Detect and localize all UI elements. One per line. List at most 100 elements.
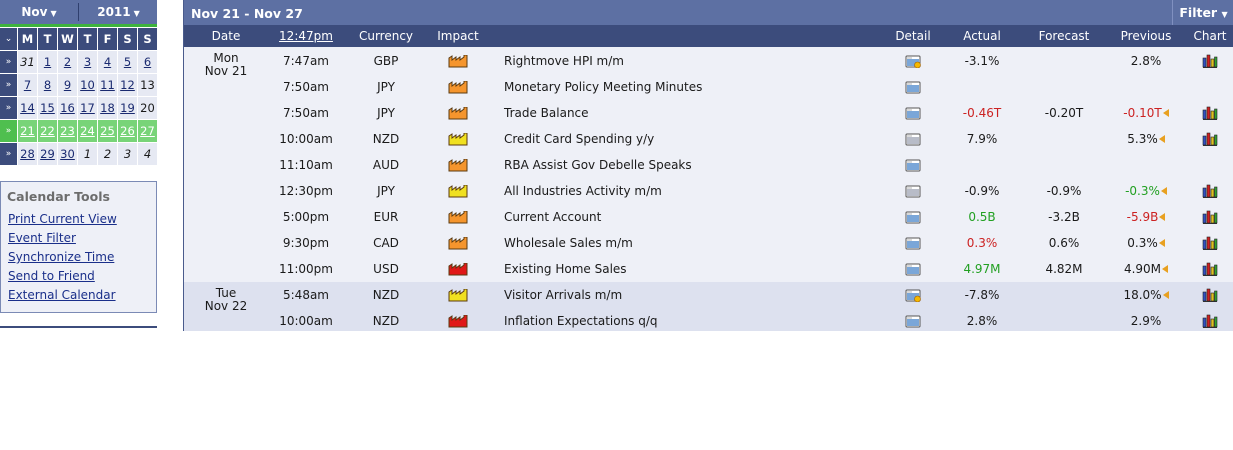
calendar-day[interactable]: 9 — [58, 74, 77, 96]
chart-icon[interactable] — [1202, 106, 1218, 120]
calendar-day[interactable]: 23 — [58, 120, 77, 142]
detail-icon[interactable] — [905, 210, 921, 224]
calendar-day[interactable]: 30 — [58, 143, 77, 165]
calendar-day[interactable]: 16 — [58, 97, 77, 119]
detail-icon[interactable] — [905, 262, 921, 276]
calendar-day[interactable]: 7 — [18, 74, 37, 96]
calendar-day[interactable]: 10 — [78, 74, 97, 96]
week-select-icon[interactable]: » — [0, 120, 17, 142]
previous-cell — [1106, 152, 1186, 178]
detail-gray-icon[interactable] — [905, 184, 921, 198]
chart-icon[interactable] — [1202, 132, 1218, 146]
chart-icon[interactable] — [1202, 314, 1218, 328]
left-column-divider — [0, 326, 157, 333]
previous-value: 0.3% — [1127, 236, 1158, 250]
week-select-icon[interactable]: » — [0, 74, 17, 96]
calendar-day[interactable]: 18 — [98, 97, 117, 119]
calendar-day[interactable]: 11 — [98, 74, 117, 96]
calendar-day[interactable]: 19 — [118, 97, 137, 119]
calendar-day[interactable]: 4 — [98, 51, 117, 73]
calendar-day[interactable]: 6 — [138, 51, 157, 73]
calendar-day[interactable]: 5 — [118, 51, 137, 73]
detail-star-icon[interactable] — [905, 54, 921, 68]
forecast-value — [1022, 126, 1106, 152]
detail-star-icon[interactable] — [905, 288, 921, 302]
calendar-day[interactable]: 22 — [38, 120, 57, 142]
forecast-value — [1022, 152, 1106, 178]
header-time[interactable]: 12:47pm — [268, 25, 344, 47]
detail-icon[interactable] — [905, 106, 921, 120]
calendar-day[interactable]: 15 — [38, 97, 57, 119]
week-select-icon[interactable]: » — [0, 97, 17, 119]
event-title: Inflation Expectations q/q — [504, 314, 658, 328]
detail-gray-icon[interactable] — [905, 132, 921, 146]
forecast-value: -3.2B — [1048, 210, 1080, 224]
chevron-down-icon: ▼ — [50, 9, 57, 18]
week-select-icon[interactable]: » — [0, 51, 17, 73]
revised-marker-icon[interactable] — [1160, 187, 1167, 195]
detail-icon[interactable] — [905, 314, 921, 328]
chart-icon[interactable] — [1202, 210, 1218, 224]
calendar-day[interactable]: 27 — [138, 120, 157, 142]
calendar-day[interactable]: 20 — [138, 97, 157, 119]
header-detail: Detail — [895, 29, 931, 43]
revised-marker-icon[interactable] — [1158, 135, 1165, 143]
calendar-day: 2 — [98, 143, 117, 165]
impact-factory-icon — [448, 159, 468, 172]
detail-icon[interactable] — [905, 80, 921, 94]
send-to-friend-link[interactable]: Send to Friend — [1, 267, 156, 286]
calendar-day[interactable]: 12 — [118, 74, 137, 96]
chevron-down-icon: ▼ — [1221, 10, 1228, 19]
revised-marker-icon[interactable] — [1162, 265, 1169, 273]
event-currency: USD — [373, 262, 399, 276]
calendar-day[interactable]: 28 — [18, 143, 37, 165]
calendar-day[interactable]: 8 — [38, 74, 57, 96]
revised-marker-icon[interactable] — [1159, 213, 1166, 221]
chart-icon[interactable] — [1202, 184, 1218, 198]
calendar-day[interactable]: 1 — [38, 51, 57, 73]
calendar-day[interactable]: 24 — [78, 120, 97, 142]
calendar-day[interactable]: 13 — [138, 74, 157, 96]
chart-icon[interactable] — [1202, 288, 1218, 302]
event-time: 10:00am — [279, 132, 333, 146]
detail-icon[interactable] — [905, 158, 921, 172]
event-title: Existing Home Sales — [504, 262, 627, 276]
previous-cell — [1106, 74, 1186, 100]
week-select-icon[interactable]: » — [0, 143, 17, 165]
revised-marker-icon[interactable] — [1162, 109, 1169, 117]
chart-icon[interactable] — [1202, 54, 1218, 68]
forecast-value — [1022, 48, 1106, 74]
impact-factory-icon — [448, 81, 468, 94]
print-current-view-link[interactable]: Print Current View — [1, 210, 156, 229]
synchronize-time-link[interactable]: Synchronize Time — [1, 248, 156, 267]
actual-value: 0.5B — [968, 210, 996, 224]
year-select[interactable]: 2011 ▼ — [80, 3, 157, 21]
previous-cell: 2.8% — [1106, 48, 1186, 74]
chart-icon[interactable] — [1202, 236, 1218, 250]
collapse-icon[interactable]: ⌄ — [0, 28, 17, 50]
event-filter-link[interactable]: Event Filter — [1, 229, 156, 248]
impact-factory-icon — [448, 185, 468, 198]
revised-marker-icon[interactable] — [1162, 291, 1169, 299]
revised-marker-icon[interactable] — [1158, 239, 1165, 247]
previous-cell: 2.9% — [1106, 308, 1186, 331]
impact-factory-icon — [448, 263, 468, 276]
calendar-day[interactable]: 25 — [98, 120, 117, 142]
table-row: 11:10am AUD RBA Assist Gov Debelle Speaks — [184, 152, 1233, 178]
calendar-day[interactable]: 14 — [18, 97, 37, 119]
calendar-day[interactable]: 3 — [78, 51, 97, 73]
external-calendar-link[interactable]: External Calendar — [1, 286, 156, 305]
calendar-day[interactable]: 17 — [78, 97, 97, 119]
calendar-day[interactable]: 21 — [18, 120, 37, 142]
event-currency: NZD — [372, 314, 400, 328]
filter-button[interactable]: Filter ▼ — [1172, 0, 1233, 25]
chart-icon[interactable] — [1202, 262, 1218, 276]
event-time: 7:47am — [283, 54, 329, 68]
event-currency: JPY — [377, 106, 395, 120]
detail-icon[interactable] — [905, 236, 921, 250]
calendar-day[interactable]: 2 — [58, 51, 77, 73]
impact-factory-icon — [448, 315, 468, 328]
month-select[interactable]: Nov ▼ — [0, 3, 79, 21]
calendar-day[interactable]: 26 — [118, 120, 137, 142]
calendar-day[interactable]: 29 — [38, 143, 57, 165]
